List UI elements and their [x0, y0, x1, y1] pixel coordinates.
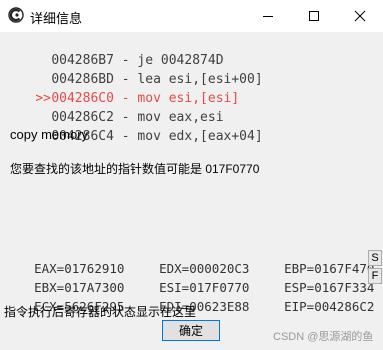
- line-instruction: mov eax,esi: [137, 110, 224, 125]
- line-instruction: mov esi,[esi]: [137, 91, 240, 106]
- register-panel: EAX=01762910 EDX=000020C3 EBP=0167F470 EBX…: [4, 240, 375, 314]
- register-ebp: EBP=0167F470: [284, 261, 375, 276]
- line-address: 004286C2: [51, 110, 114, 125]
- window-title: 详细信息: [30, 11, 83, 26]
- line-marker: >>: [35, 91, 51, 106]
- maximize-button[interactable]: [291, 0, 337, 32]
- register-row: EAX=01762910 EDX=000020C3 EBP=0167F470: [4, 240, 374, 276]
- maximize-icon: [308, 10, 320, 22]
- line-address: 004286BD: [51, 72, 114, 87]
- f-toggle-button[interactable]: F: [368, 268, 382, 284]
- register-esp: ESP=0167F334: [284, 280, 375, 295]
- close-icon: [354, 10, 366, 22]
- line-instruction: mov edx,[eax+04]: [137, 129, 263, 144]
- line-address: 004286B7: [51, 53, 114, 68]
- minimize-icon: [262, 10, 274, 22]
- disassembly-view: 004286B7 - je 0042874D 004286BD - lea es…: [4, 32, 383, 144]
- pointer-hint-message: 您要查找的该地址的指针数值可能是 017F0770: [10, 162, 260, 176]
- code-line: 004286B7 - je 0042874D: [51, 53, 224, 68]
- title-bar: 详细信息: [0, 0, 383, 32]
- line-address: 004286C0: [51, 91, 114, 106]
- s-toggle-button[interactable]: S: [368, 250, 382, 266]
- watermark: CSDN @思源湖的鱼: [273, 331, 374, 343]
- minimize-button[interactable]: [245, 0, 291, 32]
- status-text: 指令执行后寄存器的状态显示在这里: [4, 305, 197, 319]
- line-instruction: je 0042874D: [137, 53, 224, 68]
- register-eip: EIP=004286C2: [284, 299, 375, 314]
- register-edx: EDX=000020C3: [159, 261, 250, 276]
- close-button[interactable]: [337, 0, 383, 32]
- instruction-comment: copy memory: [10, 127, 89, 142]
- register-ebx: EBX=017A7300: [34, 280, 125, 295]
- line-instruction: lea esi,[esi+00]: [137, 72, 263, 87]
- register-esi: ESI=017F0770: [159, 280, 250, 295]
- app-icon: [8, 7, 24, 23]
- ok-button[interactable]: 确定: [162, 320, 220, 341]
- register-eax: EAX=01762910: [34, 261, 125, 276]
